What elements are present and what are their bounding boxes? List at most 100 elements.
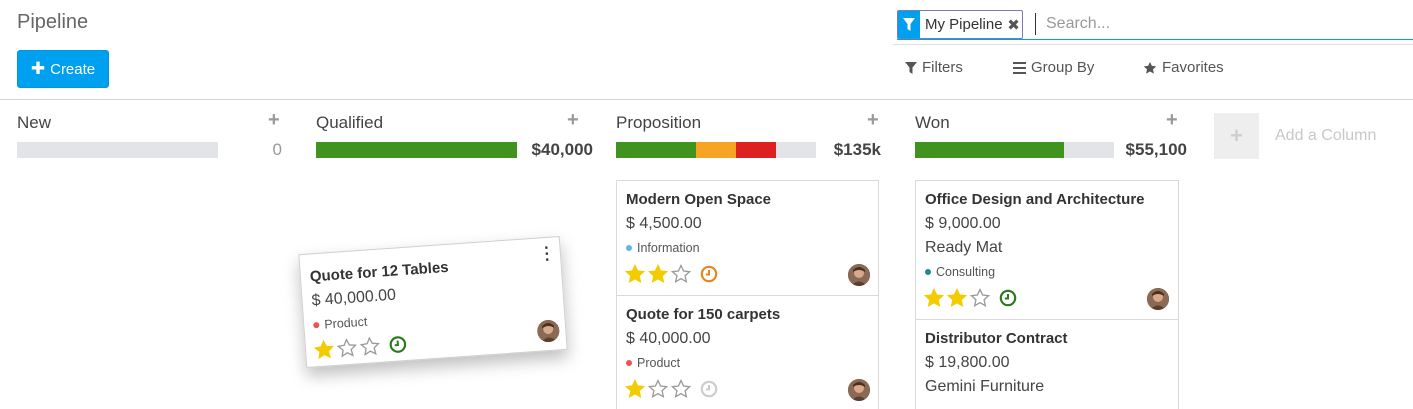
star-filled-icon[interactable] [924, 288, 944, 308]
priority-stars[interactable] [924, 288, 1017, 308]
card-amount: $ 40,000.00 [311, 286, 397, 310]
kebab-menu-icon[interactable]: · · · [544, 240, 551, 269]
card-amount: $ 40,000.00 [626, 330, 711, 347]
create-button-label: Create [50, 60, 96, 78]
card-name: Distributor Contract [925, 330, 1068, 347]
progress-segment[interactable] [696, 142, 736, 158]
create-button[interactable]: ✚ Create [17, 50, 109, 88]
column-title[interactable]: Qualified [316, 113, 383, 133]
avatar [848, 264, 870, 286]
tag-color-dot [626, 245, 632, 251]
kanban-card[interactable]: Distributor Contract $ 19,800.00 Gemini … [915, 319, 1179, 409]
plus-icon: ✚ [30, 59, 46, 78]
activity-clock-icon[interactable] [388, 335, 407, 354]
filter-icon [905, 61, 917, 74]
avatar [848, 379, 870, 401]
progress-segment[interactable] [316, 142, 517, 158]
tag-label: Information [637, 241, 700, 255]
column-progress-bar[interactable] [316, 142, 517, 158]
column-progress-bar[interactable] [616, 142, 816, 158]
filters-button[interactable]: Filters [905, 59, 963, 76]
add-column-label: Add a Column [1275, 127, 1377, 144]
search-input[interactable] [1035, 13, 1405, 35]
column-sum: $135k [833, 140, 881, 159]
tag-color-dot [313, 321, 320, 329]
column-sum: 0 [272, 140, 282, 159]
card-amount: $ 19,800.00 [925, 354, 1010, 371]
group-by-label: Group By [1031, 59, 1095, 76]
card-amount: $ 4,500.00 [626, 215, 702, 232]
column-progress-bar[interactable] [915, 142, 1114, 158]
filters-label: Filters [922, 59, 963, 76]
tag-label: Product [323, 314, 368, 332]
card-company: Gemini Furniture [925, 378, 1045, 395]
avatar [1147, 288, 1169, 310]
star-filled-icon[interactable] [947, 288, 967, 308]
kanban-column-new: New + 0 [0, 100, 282, 409]
search-options: Filters Group By Favorites [893, 44, 1413, 90]
facet-remove-icon[interactable]: ✖ [1006, 11, 1022, 38]
star-empty-icon[interactable] [671, 264, 691, 284]
plus-icon: + [1214, 113, 1259, 159]
page-title: Pipeline [17, 11, 89, 33]
tag-label: Consulting [936, 265, 996, 279]
card-tag: Product [626, 356, 680, 370]
filter-icon [898, 11, 920, 38]
star-filled-icon[interactable] [625, 264, 645, 284]
kanban-card[interactable]: Quote for 150 carpets $ 40,000.00 Produc… [616, 295, 879, 409]
tag-label: Product [637, 356, 681, 370]
column-title[interactable]: Won [915, 113, 950, 133]
tag-color-dot [626, 360, 632, 366]
bars-icon [1013, 61, 1026, 74]
add-column-button[interactable]: + Add a Column [1214, 113, 1376, 159]
column-progress-bar[interactable] [17, 142, 218, 158]
tag-color-dot [925, 269, 931, 275]
priority-stars[interactable] [625, 379, 718, 399]
progress-segment[interactable] [616, 142, 696, 158]
column-sum: $40,000 [531, 140, 593, 159]
progress-segment[interactable] [915, 142, 1065, 158]
quick-create-icon[interactable]: + [268, 109, 280, 132]
favorites-label: Favorites [1162, 59, 1224, 76]
dragged-kanban-card[interactable]: · · · Quote for 12 Tables $ 40,000.00 Prod… [298, 236, 568, 368]
star-filled-icon[interactable] [313, 339, 334, 360]
priority-stars[interactable] [625, 264, 718, 284]
star-empty-icon[interactable] [336, 337, 357, 358]
column-title[interactable]: Proposition [616, 113, 701, 133]
card-name: Quote for 150 carpets [626, 306, 781, 323]
quick-create-icon[interactable]: + [567, 109, 579, 132]
star-filled-icon[interactable] [625, 379, 645, 399]
search-facet[interactable]: My Pipeline ✖ [897, 10, 1023, 39]
card-tag: Consulting [925, 265, 995, 279]
quick-create-icon[interactable]: + [1166, 109, 1178, 132]
group-by-button[interactable]: Group By [1013, 59, 1094, 76]
activity-clock-icon[interactable] [700, 380, 718, 398]
star-empty-icon[interactable] [671, 379, 691, 399]
quick-create-icon[interactable]: + [867, 109, 879, 132]
star-icon [1143, 61, 1157, 74]
card-name: Quote for 12 Tables [309, 258, 450, 286]
card-tag: Information [626, 241, 700, 255]
kanban-card[interactable]: Office Design and Architecture $ 9,000.0… [915, 180, 1179, 320]
facet-label: My Pipeline [925, 16, 1003, 33]
activity-clock-icon[interactable] [700, 265, 718, 283]
card-name: Modern Open Space [626, 191, 772, 208]
search-bar: My Pipeline ✖ [897, 10, 1413, 40]
favorites-button[interactable]: Favorites [1143, 59, 1224, 76]
kanban-card[interactable]: Modern Open Space $ 4,500.00 Information [616, 180, 879, 296]
control-panel: Pipeline ✚ Create My Pipeline ✖ Filters … [0, 0, 1413, 100]
star-empty-icon[interactable] [359, 336, 380, 357]
card-name: Office Design and Architecture [925, 191, 1145, 208]
card-amount: $ 9,000.00 [925, 215, 1001, 232]
avatar [536, 319, 561, 343]
star-filled-icon[interactable] [648, 264, 668, 284]
priority-stars[interactable] [313, 334, 407, 360]
activity-clock-icon[interactable] [999, 289, 1017, 307]
star-empty-icon[interactable] [970, 288, 990, 308]
progress-segment[interactable] [736, 142, 776, 158]
card-tag: Product [313, 315, 368, 333]
card-company: Ready Mat [925, 239, 1003, 256]
column-title[interactable]: New [17, 113, 51, 133]
star-empty-icon[interactable] [648, 379, 668, 399]
kanban-column-won: Won + $55,100 Office Design and Architec… [898, 100, 1187, 409]
